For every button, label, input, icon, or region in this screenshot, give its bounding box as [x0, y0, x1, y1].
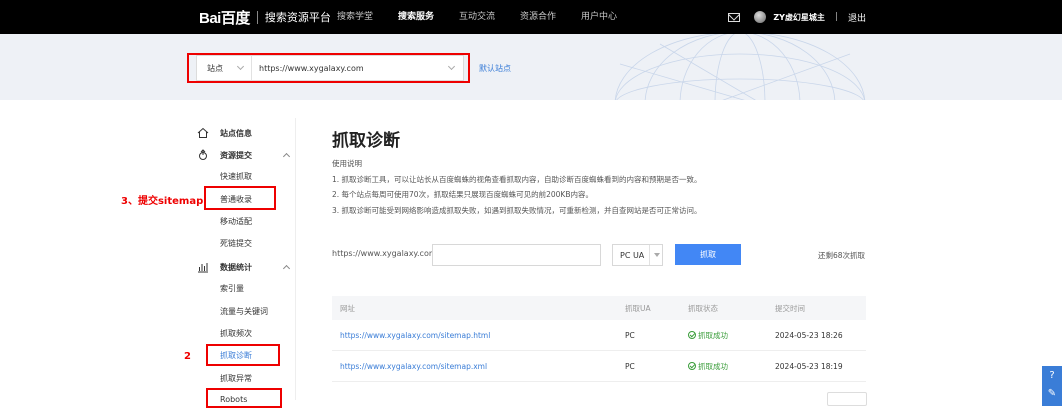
sidebar-item-dead-links[interactable]: 死链提交: [220, 238, 252, 249]
sidebar-item-crawl-frequency[interactable]: 抓取频次: [220, 328, 252, 339]
row-status-text: 抓取成功: [698, 361, 728, 371]
fetch-url-prefix: https://www.xygalaxy.com/: [332, 249, 440, 258]
table-row: https://www.xygalaxy.com/sitemap.html PC…: [332, 320, 866, 351]
sidebar-group-stats[interactable]: 数据统计: [197, 261, 291, 273]
avatar[interactable]: [754, 11, 767, 23]
feedback-icon[interactable]: ✎: [1042, 384, 1062, 402]
sidebar-group-label: 站点信息: [220, 128, 252, 138]
row-url-link[interactable]: https://www.xygalaxy.com/sitemap.xml: [332, 362, 625, 371]
fetch-path-input[interactable]: [432, 244, 601, 266]
sidebar-item-fast-crawl[interactable]: 快速抓取: [220, 171, 252, 182]
annotation-box-robots: [206, 388, 282, 408]
nav-link[interactable]: 搜索学堂: [337, 0, 373, 34]
site-selector-band: 站点 https://www.xygalaxy.com 默认站点: [0, 34, 1062, 100]
row-time: 2024-05-23 18:19: [775, 361, 843, 371]
sidebar-item-traffic-keywords[interactable]: 流量与关键词: [220, 306, 268, 317]
ua-select-value: PC UA: [620, 250, 645, 260]
top-navbar: Bai百度 搜索资源平台 搜索学堂 搜索服务 互动交流 资源合作 用户中心 ZY虚幻星城…: [0, 0, 1062, 34]
baidu-logo[interactable]: Bai百度 搜索资源平台: [199, 8, 331, 27]
row-status[interactable]: 抓取成功: [688, 330, 775, 341]
usage-line: 3. 抓取诊断可能受到网络影响造成抓取失败，如遇到抓取失败情况，可重新检测，并自…: [332, 206, 702, 215]
page-title: 抓取诊断: [332, 131, 400, 151]
remaining-count: 还剩68次抓取: [818, 251, 866, 260]
col-header-url: 网址: [340, 303, 355, 313]
chart-icon: [198, 263, 208, 273]
nav-link[interactable]: 资源合作: [520, 0, 556, 34]
check-circle-icon: [688, 362, 696, 370]
check-circle-icon: [688, 331, 696, 339]
row-status[interactable]: 抓取成功: [688, 361, 775, 372]
usage-line: 1. 抓取诊断工具，可以让站长从百度蜘蛛的视角查看抓取内容，自助诊断百度蜘蛛看到…: [332, 175, 702, 184]
product-name: 搜索资源平台: [264, 11, 331, 24]
col-header-status: 抓取状态: [688, 303, 718, 313]
usage-line: 2. 每个站点每周可使用70次，抓取结果只展现百度蜘蛛可见的前200KB内容。: [332, 190, 593, 199]
float-toolbar: ? ✎: [1042, 366, 1062, 406]
annotation-label-2: 2: [184, 351, 191, 362]
page-size-select[interactable]: [827, 392, 867, 406]
row-ua: PC: [625, 330, 635, 340]
mail-icon[interactable]: [728, 12, 741, 22]
sidebar-group-site-info[interactable]: 站点信息: [197, 127, 289, 139]
user-area: ZY虚幻星城主 | 退出: [728, 0, 866, 34]
sidebar-group-label: 数据统计: [220, 262, 252, 272]
annotation-box-crawl-diagnosis: [206, 344, 280, 366]
nav-link[interactable]: 互动交流: [459, 0, 495, 34]
annotation-box-site: [187, 53, 470, 83]
chevron-up-icon: [282, 264, 291, 273]
row-status-text: 抓取成功: [698, 330, 728, 340]
username[interactable]: ZY虚幻星城主: [773, 12, 825, 23]
usage-title: 使用说明: [332, 159, 362, 168]
home-icon: [197, 127, 209, 138]
help-icon[interactable]: ?: [1042, 366, 1062, 384]
dropdown-arrow-icon: [649, 245, 662, 265]
ua-select[interactable]: PC UA: [612, 244, 663, 266]
logo-text: Bai百度: [199, 9, 250, 27]
fetch-button[interactable]: 抓取: [675, 244, 741, 265]
sidebar-item-mobile-adapt[interactable]: 移动适配: [220, 216, 252, 227]
col-header-time: 提交时间: [775, 303, 805, 313]
sidebar-item-index-volume[interactable]: 索引量: [220, 283, 244, 294]
col-header-ua: 抓取UA: [625, 303, 651, 313]
row-url-link[interactable]: https://www.xygalaxy.com/sitemap.html: [332, 331, 625, 340]
nav-divider: |: [834, 12, 838, 22]
annotation-label-sitemap: 3、提交sitemap: [121, 196, 204, 207]
nav-link[interactable]: 搜索服务: [398, 0, 434, 34]
logo-divider: [256, 10, 258, 24]
row-time: 2024-05-23 18:26: [775, 330, 843, 340]
table-header: 网址 抓取UA 抓取状态 提交时间: [332, 296, 866, 320]
logout-link[interactable]: 退出: [848, 11, 866, 24]
sidebar-group-submit[interactable]: 资源提交: [197, 149, 291, 161]
globe-graphic: [614, 34, 866, 100]
chevron-up-icon: [282, 152, 291, 161]
row-ua: PC: [625, 361, 635, 371]
submit-icon: [199, 149, 207, 160]
sidebar-group-label: 资源提交: [220, 150, 252, 160]
annotation-box-normal-index: [204, 186, 276, 210]
nav-link[interactable]: 用户中心: [581, 0, 617, 34]
sidebar-item-crawl-errors[interactable]: 抓取异常: [220, 373, 252, 384]
default-site-link[interactable]: 默认站点: [479, 63, 511, 74]
table-row: https://www.xygalaxy.com/sitemap.xml PC …: [332, 351, 866, 382]
crawl-results-table: 网址 抓取UA 抓取状态 提交时间 https://www.xygalaxy.c…: [332, 296, 866, 382]
